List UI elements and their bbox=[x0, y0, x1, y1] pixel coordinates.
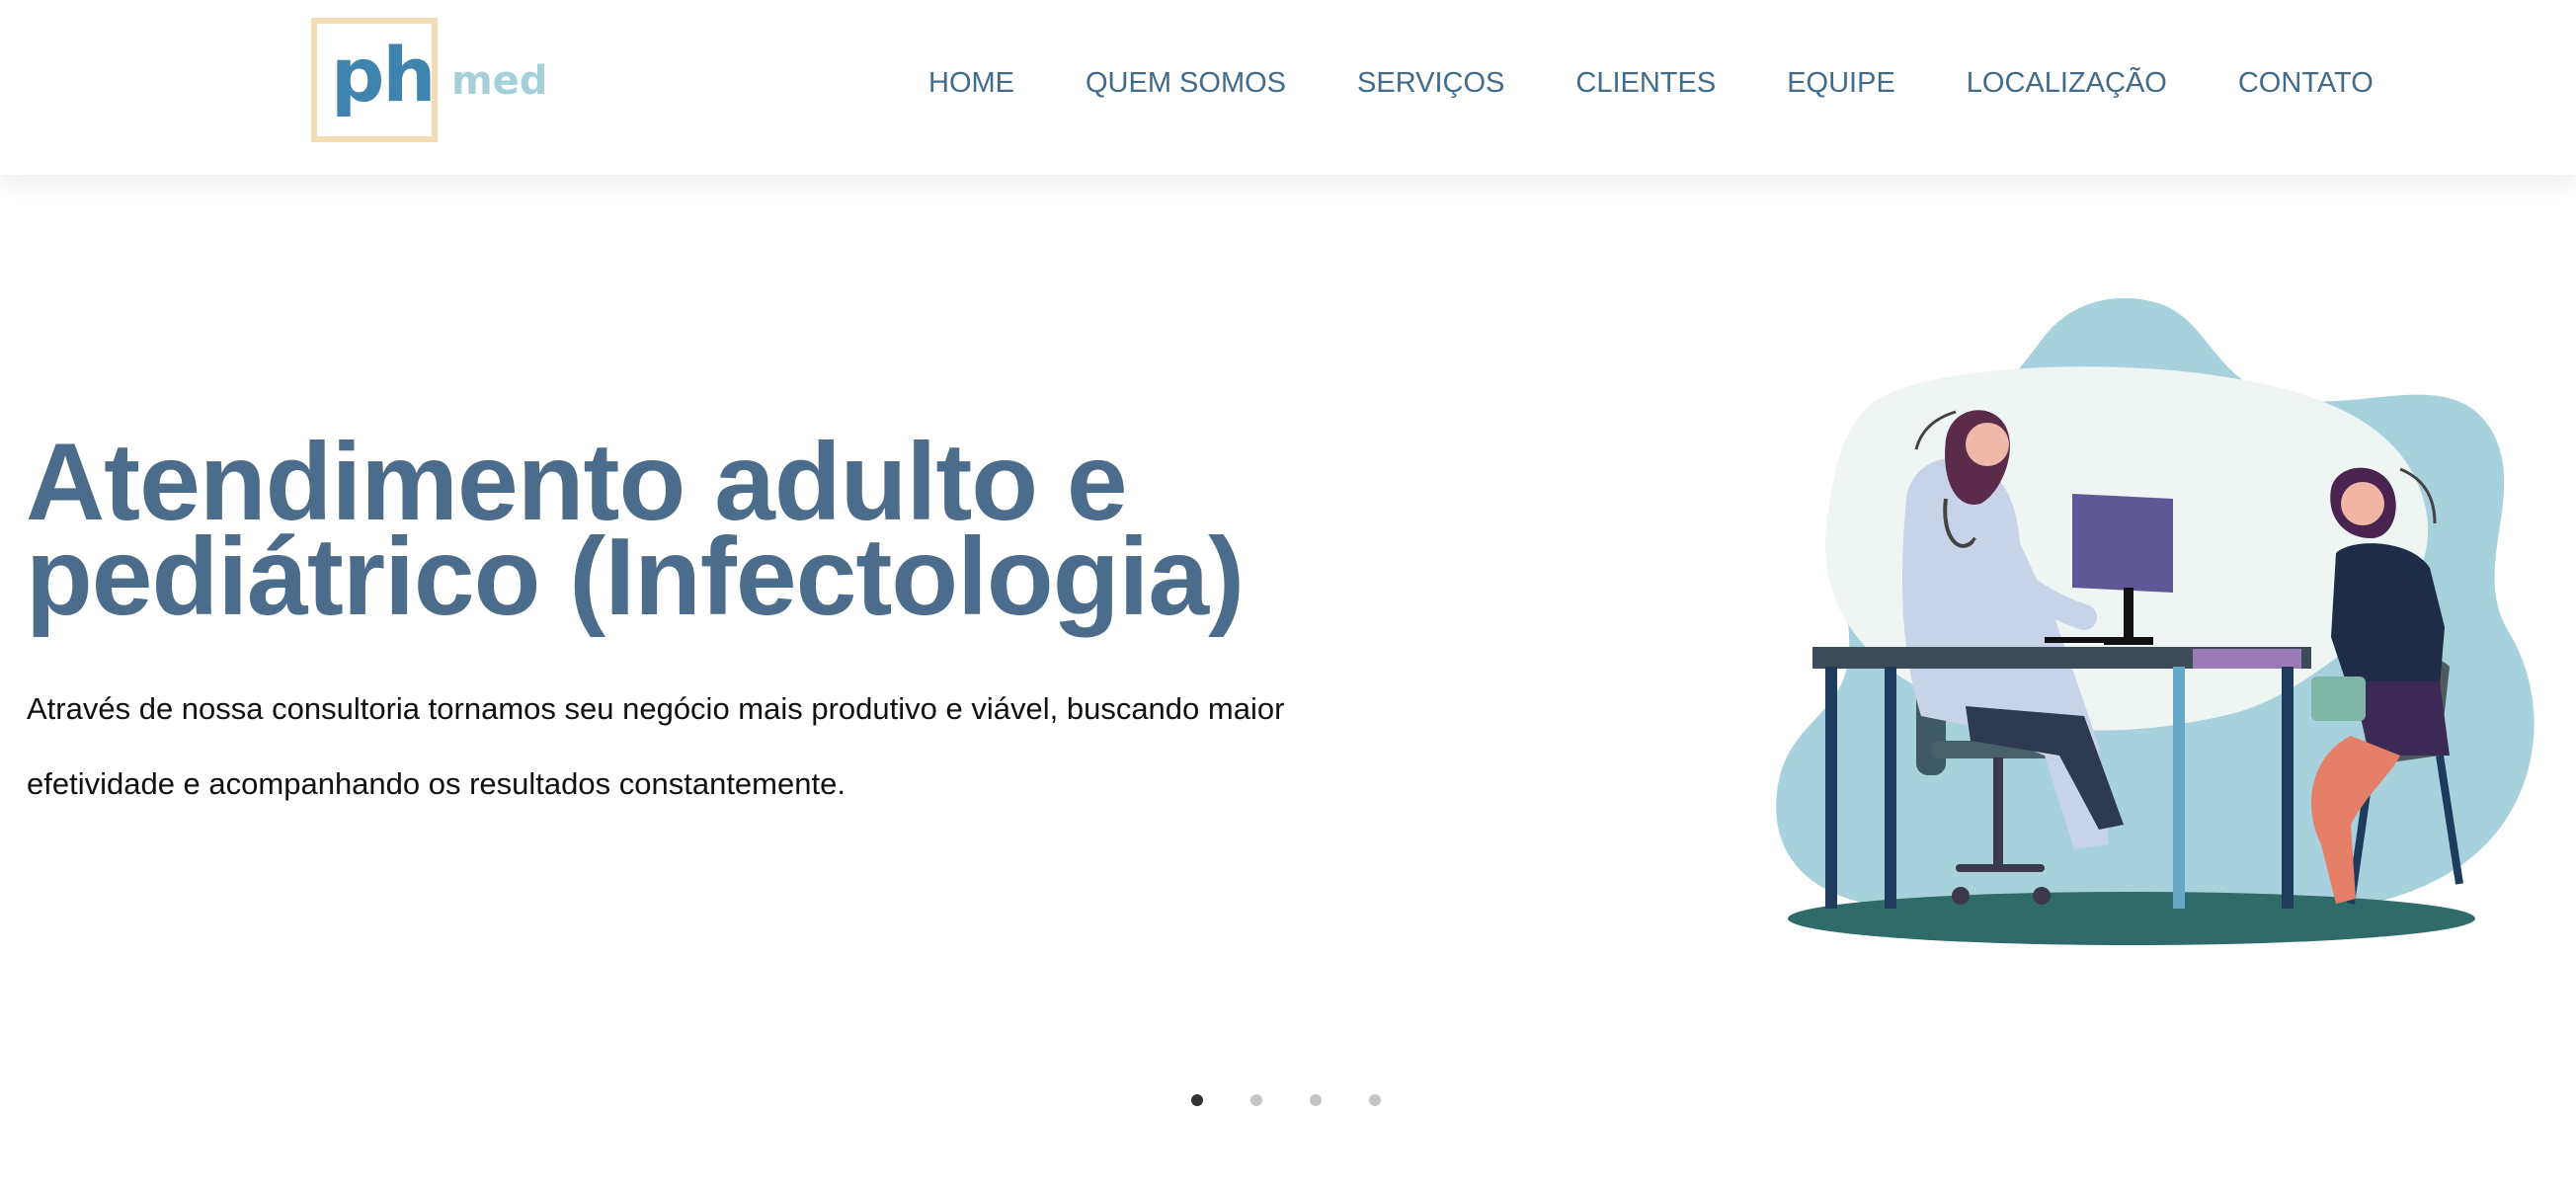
desk-leg-4 bbox=[2282, 667, 2294, 909]
main-nav: HOME QUEM SOMOS SERVIÇOS CLIENTES EQUIPE… bbox=[928, 61, 2374, 105]
carousel-dot-4[interactable] bbox=[1369, 1094, 1381, 1106]
logo-box: ph bbox=[311, 18, 438, 142]
doctor-chair-pole bbox=[1993, 757, 2003, 866]
doctor-chair-wheel-right bbox=[2033, 887, 2051, 905]
nav-item-home[interactable]: HOME bbox=[928, 67, 1014, 100]
doctor-face bbox=[1966, 423, 2009, 466]
site-header: ph med HOME QUEM SOMOS SERVIÇOS CLIENTES… bbox=[0, 0, 2576, 175]
carousel-dot-3[interactable] bbox=[1310, 1094, 1322, 1106]
monitor-screen bbox=[2072, 494, 2173, 593]
doctor-chair-wheel-left bbox=[1952, 887, 1970, 905]
nav-item-localizacao[interactable]: LOCALIZAÇÃO bbox=[1967, 67, 2167, 100]
nav-item-equipe[interactable]: EQUIPE bbox=[1787, 67, 1895, 100]
carousel-dots bbox=[1191, 1090, 1381, 1110]
logo-ph-text: ph bbox=[331, 31, 437, 119]
desk-leg-3 bbox=[2173, 667, 2185, 909]
carousel-dot-1[interactable] bbox=[1191, 1094, 1203, 1106]
patient-bag bbox=[2311, 677, 2366, 721]
nav-item-contato[interactable]: CONTATO bbox=[2238, 67, 2374, 100]
keyboard bbox=[2045, 637, 2114, 643]
nav-item-clientes[interactable]: CLIENTES bbox=[1575, 67, 1716, 100]
desk-top-accent bbox=[2193, 649, 2301, 669]
doctor-consultation-illustration bbox=[1776, 297, 2535, 945]
logo-med-text: med bbox=[451, 58, 548, 104]
desk-leg-1 bbox=[1825, 667, 1837, 909]
hero-title: Atendimento adulto e pediátrico (Infecto… bbox=[26, 421, 1245, 638]
nav-item-servicos[interactable]: SERVIÇOS bbox=[1357, 67, 1504, 100]
logo[interactable]: ph med bbox=[311, 18, 548, 144]
nav-item-quem-somos[interactable]: QUEM SOMOS bbox=[1086, 67, 1286, 100]
patient-top bbox=[2331, 543, 2445, 696]
monitor-stand bbox=[2124, 588, 2133, 642]
desk-leg-2 bbox=[1885, 667, 1896, 909]
patient-face bbox=[2341, 482, 2384, 525]
doctor-chair-base bbox=[1956, 864, 2045, 872]
hero-description: Através de nossa consultoria tornamos se… bbox=[27, 691, 1285, 801]
carousel-dot-2[interactable] bbox=[1250, 1094, 1262, 1106]
